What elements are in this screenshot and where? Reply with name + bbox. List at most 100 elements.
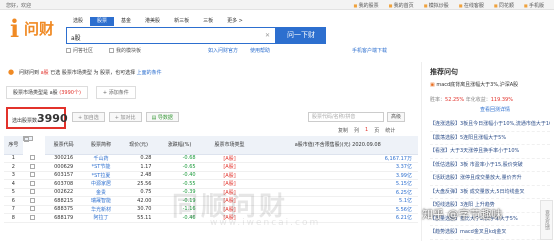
cell-name[interactable]: 中源家居 bbox=[82, 179, 120, 189]
top-link-ths[interactable]: 同花顺 bbox=[494, 2, 514, 9]
search-input[interactable]: a股 ✕ bbox=[66, 27, 276, 44]
tab-stocks[interactable]: 股票 bbox=[90, 17, 115, 26]
checkbox-icon[interactable] bbox=[66, 48, 71, 53]
cell-check[interactable] bbox=[22, 154, 46, 163]
table-row[interactable]: 1 300216 千山药 0.28 -0.68 [A股] 6,167.17万 bbox=[4, 154, 418, 163]
col-code[interactable]: 股票代码 bbox=[45, 136, 83, 155]
cell-code[interactable]: 300216 bbox=[45, 154, 83, 163]
cell-code[interactable]: 002622 bbox=[45, 188, 83, 197]
logo-letter: i bbox=[10, 14, 20, 43]
checkbox-icon[interactable] bbox=[30, 206, 36, 212]
cell-price: 2.48 bbox=[119, 171, 158, 180]
recommend-item[interactable]: 【活跃选股】涨停且成交量放大,量价齐升 bbox=[430, 172, 550, 186]
tab-neeq[interactable]: 新三板 bbox=[167, 17, 196, 26]
cell-name[interactable]: 华光新材 bbox=[82, 205, 120, 214]
columns-button[interactable]: 列 bbox=[354, 127, 359, 134]
cell-name[interactable]: 千山药 bbox=[82, 154, 120, 163]
cell-cap[interactable]: 3.99亿 bbox=[257, 171, 418, 180]
cell-check[interactable] bbox=[22, 213, 46, 223]
page-number: 1 bbox=[365, 127, 369, 133]
checkbox-icon[interactable] bbox=[30, 189, 36, 195]
backtest-details-link[interactable]: 查看回测详情 bbox=[480, 106, 510, 113]
add-watchlist-button[interactable]: + 加自选 bbox=[72, 112, 105, 122]
link-help[interactable]: 使用帮助 bbox=[250, 47, 270, 54]
top-bar: 您好，欢迎 我的股票 我的首页 模拟炒股 在线客服 同花顺 手机版 bbox=[0, 0, 554, 10]
tab-hk-us[interactable]: 港美股 bbox=[138, 17, 167, 26]
query-link[interactable]: 上面的条件 bbox=[137, 70, 162, 76]
cell-name[interactable]: 瑞晟智能 bbox=[82, 196, 120, 206]
logo-word: 问财 bbox=[24, 20, 55, 38]
mobile-download-link[interactable]: 手机客户端下载 bbox=[352, 47, 387, 54]
col-index[interactable]: 序号 bbox=[4, 136, 23, 155]
cell-price: 0.28 bbox=[119, 154, 158, 163]
cell-name[interactable]: *ST节能 bbox=[82, 162, 120, 172]
checkbox-icon[interactable] bbox=[30, 172, 36, 178]
checkbox-icon[interactable] bbox=[30, 197, 36, 203]
checkbox-icon[interactable] bbox=[30, 180, 36, 186]
top-link-simulate[interactable]: 模拟炒股 bbox=[424, 2, 449, 9]
cell-check[interactable] bbox=[22, 196, 46, 206]
col-check[interactable] bbox=[22, 136, 33, 142]
search-button[interactable]: 问一下财 bbox=[276, 27, 326, 44]
link-official[interactable]: 如入问财官方 bbox=[208, 47, 238, 54]
top-link-my-stocks[interactable]: 我的股票 bbox=[354, 2, 379, 9]
cell-code[interactable]: 603708 bbox=[45, 179, 83, 189]
cell-code[interactable]: 603157 bbox=[45, 171, 83, 180]
recommend-item[interactable]: 【趋势选股】macd金叉且kdj金叉 bbox=[430, 226, 550, 240]
cell-code[interactable]: 000629 bbox=[45, 162, 83, 172]
copy-button[interactable]: 复制 bbox=[338, 127, 348, 134]
cell-index: 3 bbox=[4, 171, 23, 180]
advanced-button[interactable]: 高级 bbox=[387, 112, 406, 122]
add-condition-button[interactable]: + 添加条件 bbox=[95, 86, 136, 99]
cell-code[interactable]: 688375 bbox=[45, 205, 83, 214]
hot-question[interactable]: ▣ macd底背离且涨幅大于3%,沪深A股 bbox=[430, 82, 550, 89]
cell-cap[interactable]: 6,167.17万 bbox=[257, 154, 418, 163]
cell-check[interactable] bbox=[22, 188, 46, 197]
iwencai-logo[interactable]: i 问财 bbox=[10, 16, 62, 42]
tab-third-board[interactable]: 三板 bbox=[196, 17, 220, 26]
col-change[interactable]: 涨跌幅(%) bbox=[157, 136, 202, 155]
option-my-board[interactable]: 我的模块板 bbox=[109, 47, 141, 54]
cell-name[interactable]: 阿拉丁 bbox=[82, 213, 120, 223]
table-row[interactable]: 3 603157 *ST拉夏 2.48 -0.40 [A股] 3.99亿 bbox=[4, 171, 418, 180]
recommend-item[interactable]: 【看涨】大于3天涨停且换手率小于10% bbox=[430, 145, 550, 159]
cell-check[interactable] bbox=[22, 179, 46, 189]
export-button[interactable]: ▤ 导数据 bbox=[145, 112, 179, 122]
cell-check[interactable] bbox=[22, 162, 46, 172]
checkbox-icon[interactable] bbox=[30, 163, 36, 169]
recommend-item[interactable]: 【大盘反弹】3板 成交量放大,5日均线金叉 bbox=[430, 186, 550, 199]
checkbox-icon[interactable] bbox=[30, 155, 36, 160]
cell-code[interactable]: 688215 bbox=[45, 196, 83, 206]
col-board[interactable]: 股票市场类型 bbox=[201, 136, 258, 155]
checkbox-icon[interactable] bbox=[24, 137, 30, 142]
clear-icon[interactable]: ✕ bbox=[265, 32, 270, 39]
checkbox-icon[interactable] bbox=[30, 214, 36, 220]
col-price[interactable]: 现价(元) bbox=[119, 136, 158, 155]
cell-name[interactable]: *ST拉夏 bbox=[82, 171, 120, 180]
condition-chip[interactable]: 股票市场类型是 a股 (3990个) bbox=[6, 86, 88, 99]
table-row[interactable]: 2 000629 *ST节能 1.17 -0.65 [A股] 3.37亿 bbox=[4, 162, 418, 172]
stats-button[interactable]: 统计 bbox=[385, 127, 395, 134]
top-link-service[interactable]: 在线客服 bbox=[459, 2, 484, 9]
cell-code[interactable]: 688179 bbox=[45, 213, 83, 223]
col-market-cap[interactable]: a股市值(不含限售股)(元) 2020.09.08 bbox=[257, 136, 418, 155]
top-link-mobile[interactable]: 手机版 bbox=[524, 2, 544, 9]
col-name[interactable]: 股票简称 bbox=[82, 136, 120, 155]
cell-check[interactable] bbox=[22, 171, 46, 180]
recommend-item[interactable]: 【连涨选股】3板且今日涨幅小于10%,流通市值大于100亿 bbox=[430, 118, 550, 132]
tab-more[interactable]: 更多 > bbox=[220, 17, 250, 26]
cell-name[interactable]: 金贵 bbox=[82, 188, 120, 197]
add-compare-button[interactable]: + 加对比 bbox=[108, 112, 142, 122]
recommend-item[interactable]: 【低估选股】3板 市盈率小于15,股价突破 bbox=[430, 159, 550, 172]
cell-check[interactable] bbox=[22, 205, 46, 214]
top-link-my-home[interactable]: 我的首页 bbox=[389, 2, 414, 9]
option-qa[interactable]: 问答社区 bbox=[66, 47, 93, 54]
stock-search-input[interactable]: 股票代码/名称/拼音 bbox=[308, 112, 384, 122]
cell-cap[interactable]: 3.37亿 bbox=[257, 162, 418, 172]
feedback-button[interactable]: 意见反馈 bbox=[540, 200, 553, 240]
tab-funds[interactable]: 基金 bbox=[114, 17, 138, 26]
tab-stock-picking[interactable]: 选股 bbox=[66, 17, 90, 26]
checkbox-icon[interactable] bbox=[109, 48, 115, 53]
cell-price: 25.56 bbox=[119, 179, 158, 189]
recommend-item[interactable]: 【震荡选股】5连阳且涨幅大于5% bbox=[430, 132, 550, 145]
